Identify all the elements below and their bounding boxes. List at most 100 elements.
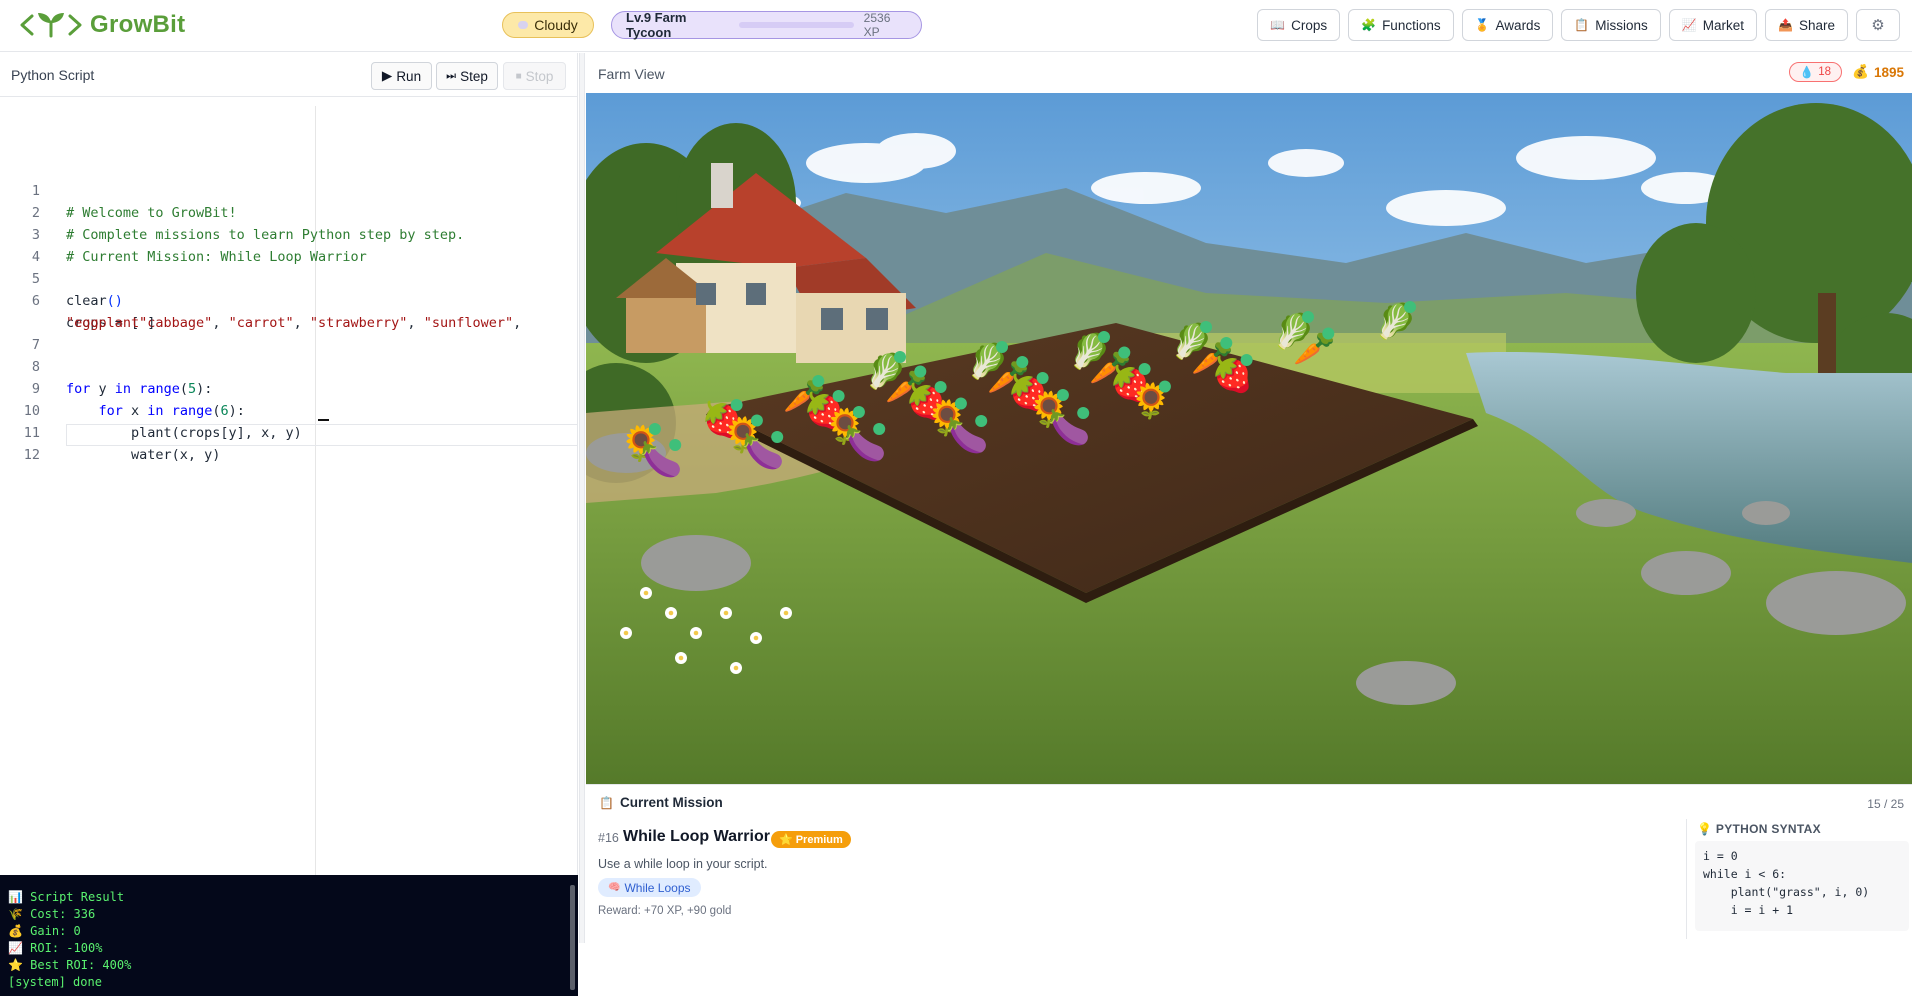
step-button[interactable]: ⏭ Step [436, 62, 498, 90]
mission-progress: 15 / 25 [1867, 797, 1904, 811]
watered-marker [812, 375, 825, 387]
watered-marker [873, 423, 886, 435]
run-label: Run [396, 68, 422, 84]
crops-button[interactable]: 📖 Crops [1257, 9, 1341, 41]
market-label: Market [1702, 17, 1745, 33]
step-label: Step [460, 68, 488, 84]
gear-icon: ⚙ [1871, 17, 1885, 34]
watered-marker [669, 439, 682, 451]
topic-tag[interactable]: 🧠 While Loops [598, 878, 701, 897]
watered-marker [1220, 337, 1233, 349]
chart-icon: 📈 [1681, 18, 1697, 32]
share-button[interactable]: 📤 Share [1765, 9, 1848, 41]
stop-button[interactable]: ■ Stop [503, 62, 566, 90]
weather-badge[interactable]: Cloudy [502, 12, 594, 38]
syntax-title: 💡 PYTHON SYNTAX [1697, 822, 1821, 836]
mission-description: Use a while loop in your script. [598, 857, 768, 871]
syntax-title-text: PYTHON SYNTAX [1715, 822, 1821, 836]
weather-label: Cloudy [534, 17, 578, 33]
missions-label: Missions [1595, 17, 1648, 33]
code-line: 10 plant(crops[y], x, y) [0, 378, 578, 441]
missions-button[interactable]: 📋 Missions [1561, 9, 1661, 41]
farm-scene[interactable]: 🥬🥬🥬🥬🥬🥬🥕🥕🥕🥕🥕🥕🍓🍓🍓🍓🍓🍓🌻🌻🌻🌻🌻🌻🍆🍆🍆🍆🍆🍆 [586, 93, 1912, 784]
clipboard-icon: 📋 [1574, 18, 1590, 32]
code-line: 11 water(x, y) [0, 400, 578, 463]
editor-title: Python Script [11, 67, 95, 83]
code-line: 8 for y in range(5): [0, 334, 578, 397]
watered-marker [954, 397, 967, 410]
mission-header: 📋 Current Mission [599, 795, 723, 810]
syntax-line: while i < 6: [1703, 867, 1787, 881]
farm-panel: Farm View 💧 18 💰 1895 🥬 🥬 🥬 🥬 🥬 🥬 🥕 🥕 🥕 … [586, 53, 1912, 943]
share-icon: 📤 [1778, 18, 1793, 32]
medal-icon: 🏅 [1474, 18, 1490, 32]
water-count: 18 [1818, 66, 1831, 78]
level-label: Lv.9 Farm Tycoon [626, 10, 687, 40]
code-editor[interactable]: 1 # Welcome to GrowBit! 2 # Complete mis… [0, 106, 578, 876]
xp-text: 2536 XP [863, 11, 891, 39]
console-line: [system] done [8, 975, 102, 989]
watered-marker [1016, 356, 1029, 368]
watered-marker [1240, 354, 1253, 366]
level-pill[interactable]: Lv.9 Farm Tycoon 2536 XP [611, 10, 922, 40]
watered-marker [750, 414, 763, 427]
brain-icon: 🧠 [608, 882, 621, 893]
step-forward-icon: ⏭ [446, 69, 457, 82]
watered-marker [996, 341, 1008, 353]
crops-label: Crops [1291, 17, 1328, 33]
premium-label: Premium [795, 833, 843, 846]
mission-panel: 📋 Current Mission 15 / 25 #16 While Loop… [586, 784, 1912, 943]
run-button[interactable]: ▶ Run [371, 62, 432, 90]
console-line: 💰 Gain: 0 [8, 924, 81, 938]
code-line: 4 [0, 224, 578, 265]
watered-marker [832, 390, 845, 402]
code-text: water(x, y) [66, 447, 221, 463]
watered-marker [1322, 327, 1335, 340]
functions-button[interactable]: 🧩 Functions [1348, 9, 1454, 41]
panel-resize-handle[interactable] [579, 53, 585, 943]
watered-marker [648, 423, 661, 435]
watered-marker [894, 351, 906, 363]
sprout-logo-icon [20, 13, 82, 38]
farm-title: Farm View [598, 66, 665, 82]
watered-marker [934, 381, 947, 393]
settings-button[interactable]: ⚙ [1856, 9, 1900, 41]
watered-marker [975, 415, 988, 427]
farm-illustration: 🥬🥬🥬🥬🥬🥬🥕🥕🥕🥕🥕🥕🍓🍓🍓🍓🍓🍓🌻🌻🌻🌻🌻🌻🍆🍆🍆🍆🍆🍆 [586, 93, 1912, 784]
play-icon: ▶ [381, 68, 393, 83]
star-icon: ⭐ [779, 834, 793, 846]
mission-header-label: Current Mission [619, 795, 723, 810]
top-bar: GrowBit Cloudy Lv.9 Farm Tycoon 2536 XP … [0, 0, 1912, 52]
code-line: 3 # Current Mission: While Loop Warrior [0, 202, 578, 265]
logo[interactable]: GrowBit [18, 10, 185, 40]
console-line: 📊 Script Result [8, 890, 125, 904]
premium-badge: ⭐ Premium [771, 831, 851, 848]
syntax-line: plant("grass", i, 0) [1703, 885, 1870, 899]
stop-label: Stop [525, 68, 554, 84]
droplet-icon: 💧 [1799, 67, 1815, 79]
awards-button[interactable]: 🏅 Awards [1461, 9, 1554, 41]
stop-icon: ■ [515, 70, 522, 82]
xp-progress-bar [738, 22, 854, 28]
code-line: 9 for x in range(6): [0, 356, 578, 419]
watered-marker [1056, 389, 1069, 401]
watered-marker [1158, 380, 1171, 393]
watered-marker [771, 431, 784, 443]
app-name: GrowBit [90, 11, 186, 38]
mission-number: #16 [598, 831, 619, 845]
console-output[interactable]: 📊 Script Result 🌾 Cost: 336 💰 Gain: 0 📈 … [0, 875, 578, 996]
console-scrollbar[interactable] [570, 885, 575, 990]
awards-label: Awards [1495, 17, 1541, 33]
watered-marker [914, 365, 927, 378]
watered-marker [1404, 301, 1416, 313]
watered-marker [730, 399, 743, 411]
market-button[interactable]: 📈 Market [1668, 9, 1758, 41]
gold-counter: 💰 1895 [1852, 64, 1904, 80]
syntax-code: i = 0 while i < 6: plant("grass", i, 0) … [1695, 841, 1909, 931]
topic-tag-label: While Loops [624, 880, 691, 895]
watered-marker [852, 406, 865, 418]
editor-panel: Python Script ▶ Run ⏭ Step ■ Stop 1 # We… [0, 53, 578, 996]
cloud-icon [518, 21, 529, 29]
watered-marker [1077, 407, 1090, 419]
code-line: "eggplant"] [0, 290, 578, 331]
